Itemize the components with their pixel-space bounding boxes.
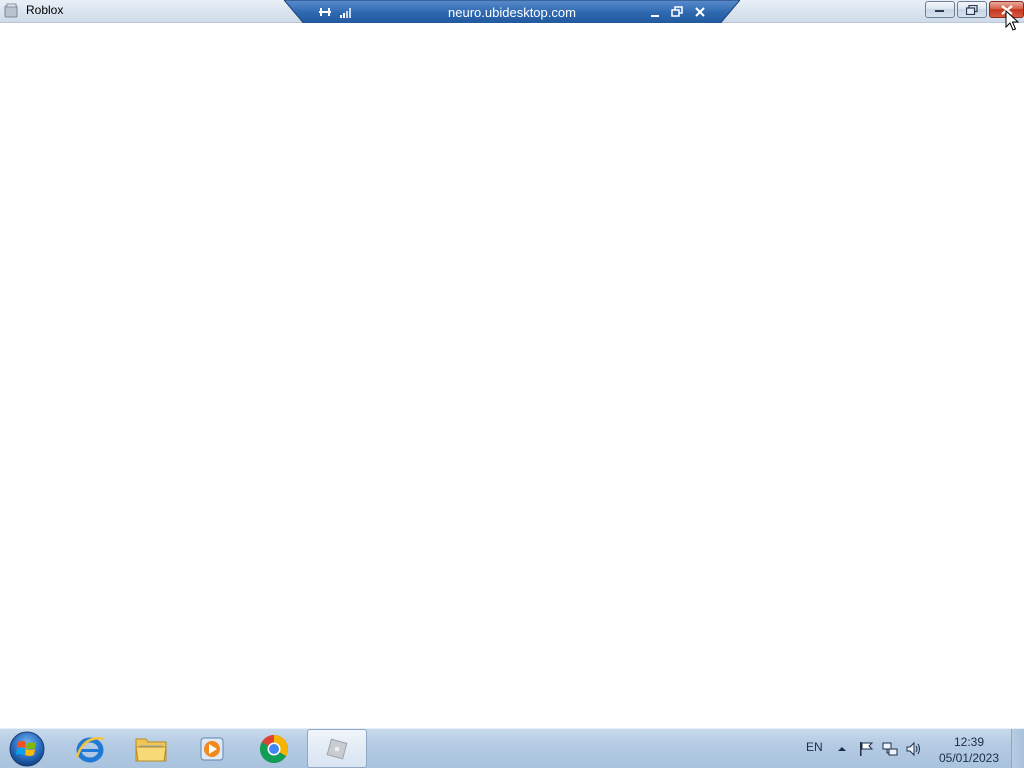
taskbar-media-player[interactable]: [182, 729, 242, 768]
minimize-button[interactable]: [925, 1, 955, 18]
action-center-button[interactable]: [858, 741, 874, 757]
windows-start-orb-icon: [9, 731, 45, 767]
minimize-icon: [651, 15, 659, 17]
window-title: Roblox: [26, 3, 64, 17]
clock-time: 12:39: [953, 735, 985, 749]
minimize-icon: [935, 9, 944, 12]
taskbar-file-explorer[interactable]: [121, 729, 181, 768]
restore-icon: [966, 4, 978, 15]
volume-button[interactable]: [906, 741, 922, 757]
volume-icon: [906, 741, 920, 757]
language-indicator[interactable]: EN: [806, 740, 823, 754]
taskbar-roblox[interactable]: [307, 729, 367, 768]
start-button[interactable]: [7, 730, 47, 768]
remote-close-button[interactable]: [693, 5, 707, 19]
app-content-area[interactable]: [0, 23, 1024, 728]
ie-icon: [75, 736, 105, 762]
network-button[interactable]: [882, 741, 898, 757]
media-player-icon: [200, 737, 224, 760]
action-center-flag-icon: [860, 742, 874, 756]
taskbar-internet-explorer[interactable]: [60, 729, 120, 768]
taskbar-chrome[interactable]: [244, 729, 304, 768]
clock-date: 05/01/2023: [938, 751, 1000, 765]
restore-button[interactable]: [957, 1, 987, 18]
network-icon: [882, 742, 898, 756]
remote-minimize-button[interactable]: [648, 5, 662, 19]
show-hidden-icons-icon: [838, 747, 846, 751]
close-icon: [695, 7, 705, 17]
restore-icon: [671, 6, 683, 17]
roblox-app-icon: [3, 3, 19, 19]
roblox-icon: [326, 738, 348, 759]
folder-icon: [135, 738, 167, 761]
show-desktop-button[interactable]: [1011, 729, 1024, 768]
remote-restore-button[interactable]: [670, 5, 684, 19]
show-hidden-icons-button[interactable]: [834, 741, 850, 757]
mouse-cursor-icon: [1005, 10, 1019, 31]
system-clock[interactable]: 12:39 05/01/2023: [934, 734, 1004, 766]
chrome-icon: [260, 734, 288, 763]
taskbar: EN 12:39 05/01/2023: [0, 728, 1024, 768]
